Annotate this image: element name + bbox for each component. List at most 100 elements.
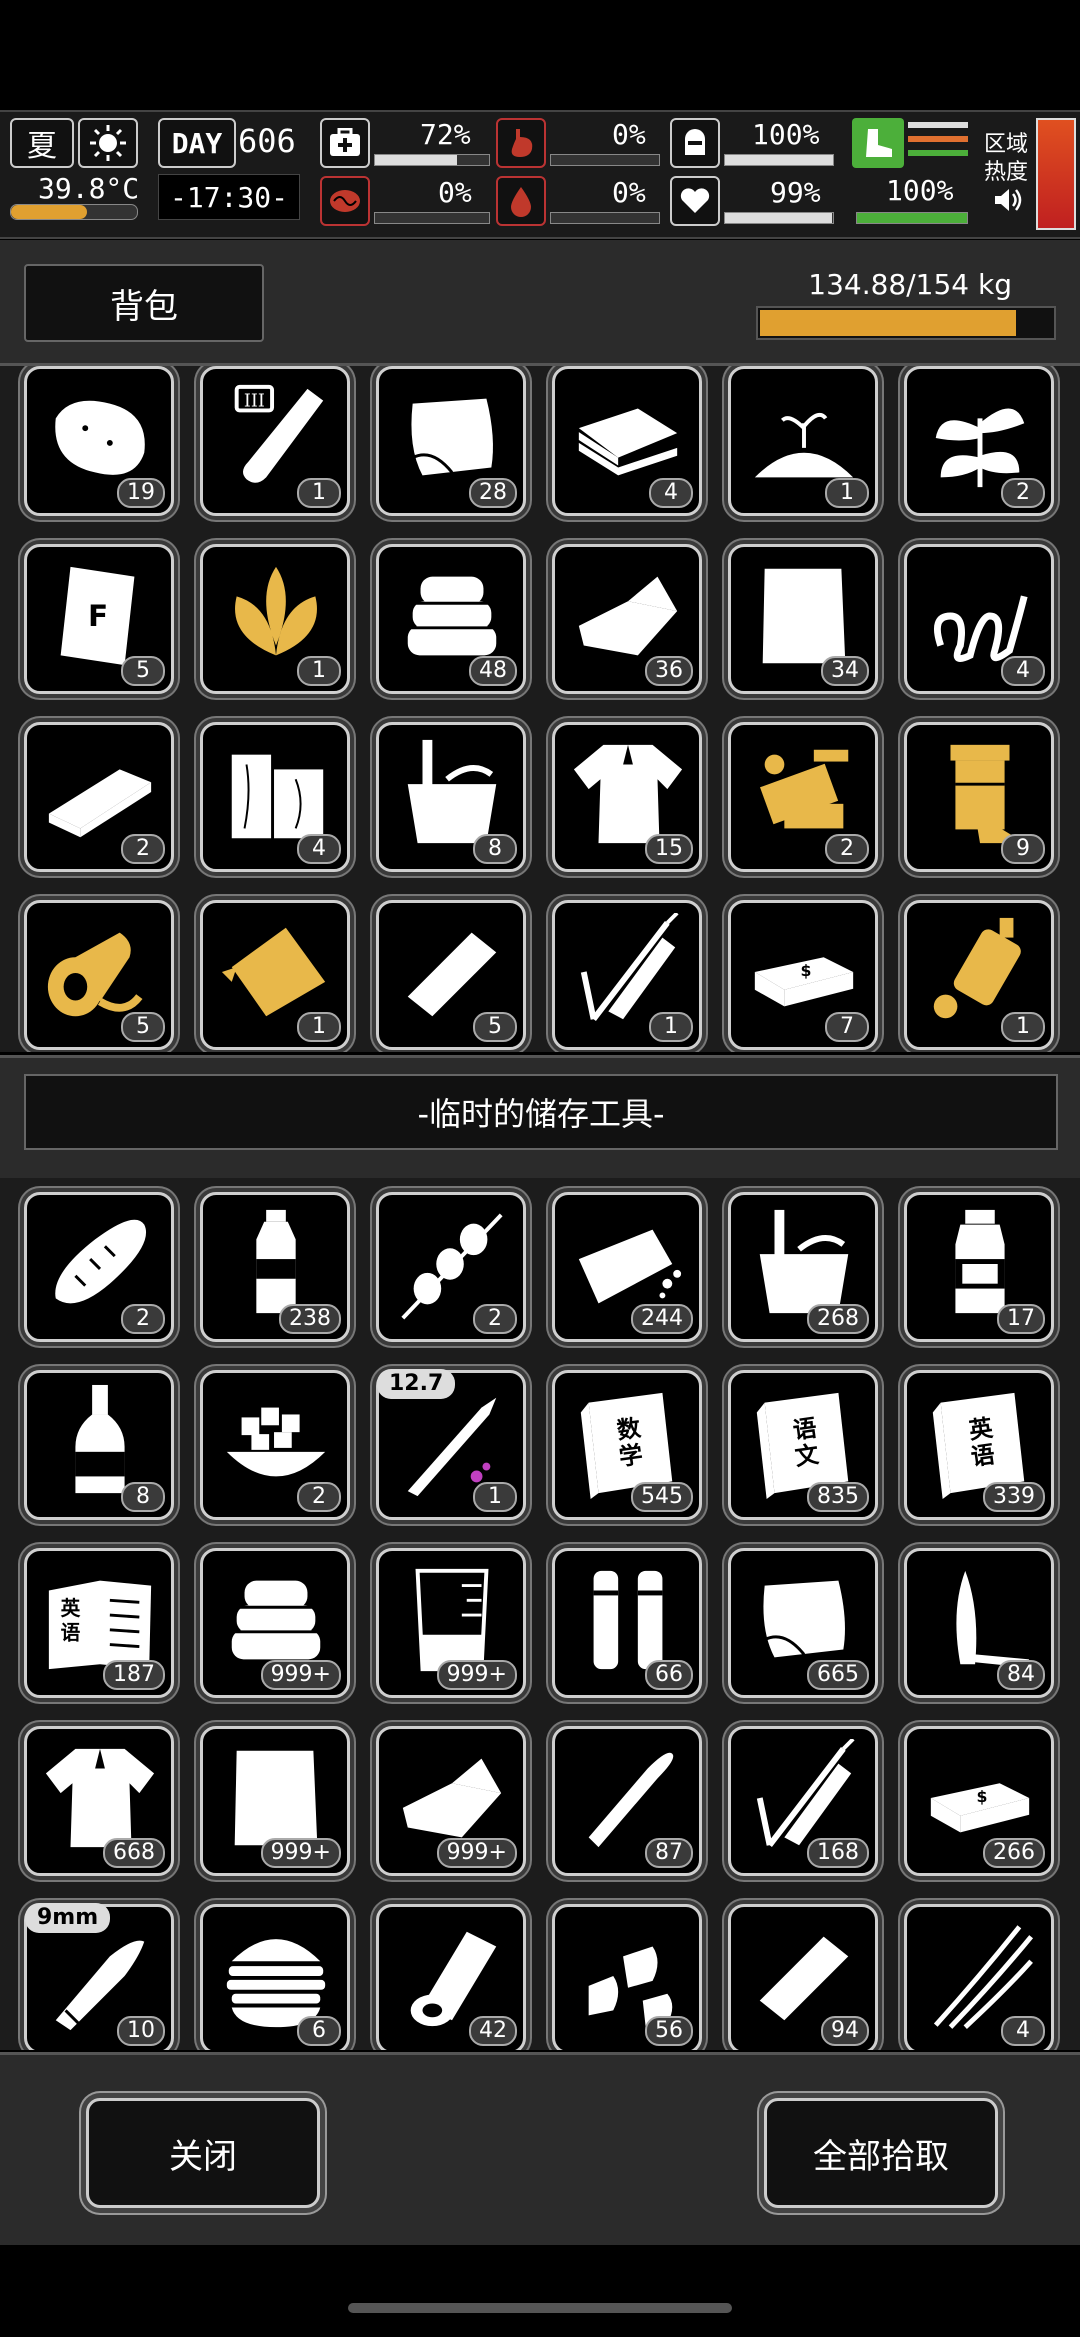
pickup-all-button[interactable]: 全部拾取 xyxy=(764,2098,998,2208)
item-slot[interactable]: 1 xyxy=(904,900,1054,1050)
item-slot[interactable]: 999+ xyxy=(376,1548,526,1698)
item-slot[interactable]: 2 xyxy=(728,722,878,872)
backpack-grid[interactable]: 19 III 1 28 4 1 2 F 5 1 48 36 34 4 2 4 8 15 2 9 5 1 5 1 $7 1 xyxy=(0,366,1080,1052)
item-slot[interactable]: 5 xyxy=(24,900,174,1050)
home-indicator[interactable] xyxy=(348,2303,732,2313)
svg-text:语: 语 xyxy=(969,1440,997,1471)
item-slot[interactable]: 1 xyxy=(200,900,350,1050)
item-count: 2 xyxy=(121,834,165,864)
item-slot[interactable]: 94 xyxy=(728,1904,878,2050)
sun-icon xyxy=(78,118,138,168)
item-slot[interactable]: 8 xyxy=(24,1370,174,1520)
item-slot[interactable]: 999+ xyxy=(200,1726,350,1876)
item-slot[interactable]: 4 xyxy=(200,722,350,872)
thirst-bar xyxy=(550,212,660,224)
item-slot[interactable]: 238 xyxy=(200,1192,350,1342)
item-count: 665 xyxy=(807,1660,869,1690)
svg-text:$: $ xyxy=(976,1787,987,1806)
item-count: 4 xyxy=(297,834,341,864)
item-count: 66 xyxy=(645,1660,693,1690)
item-slot[interactable]: 8 xyxy=(376,722,526,872)
item-count: 545 xyxy=(631,1482,693,1512)
helmet-icon xyxy=(670,118,720,168)
item-count: 10 xyxy=(117,2016,165,2046)
item-slot[interactable]: 2 xyxy=(24,722,174,872)
backpack-tab-label: 背包 xyxy=(110,286,178,327)
item-slot[interactable]: 87 xyxy=(552,1726,702,1876)
item-slot[interactable]: 4 xyxy=(904,544,1054,694)
item-slot[interactable]: 84 xyxy=(904,1548,1054,1698)
item-count: 244 xyxy=(631,1304,693,1334)
item-slot[interactable]: 4 xyxy=(552,366,702,516)
item-slot[interactable]: 668 xyxy=(24,1726,174,1876)
item-slot[interactable]: 168 xyxy=(728,1726,878,1876)
item-slot[interactable]: 42 xyxy=(376,1904,526,2050)
item-count: 56 xyxy=(645,2016,693,2046)
item-slot[interactable]: 19 xyxy=(24,366,174,516)
item-count: 42 xyxy=(469,2016,517,2046)
item-slot[interactable]: 数学 545 xyxy=(552,1370,702,1520)
energy-bar xyxy=(856,212,968,224)
item-slot[interactable]: 2 xyxy=(200,1370,350,1520)
mood-value: 99% xyxy=(770,176,821,209)
item-slot[interactable]: 9 xyxy=(904,722,1054,872)
storage-grid[interactable]: 2 238 2 244 268 17 8 2 1 12.7 数学 545 语文 835 英语 339 英语 187… xyxy=(0,1178,1080,2050)
item-slot[interactable]: 665 xyxy=(728,1548,878,1698)
item-count: 94 xyxy=(821,2016,869,2046)
brain-icon xyxy=(320,176,370,226)
item-slot[interactable]: III 1 xyxy=(200,366,350,516)
item-slot[interactable]: F5 xyxy=(24,544,174,694)
svg-text:F: F xyxy=(88,599,108,633)
item-slot[interactable]: 1 xyxy=(552,900,702,1050)
close-button[interactable]: 关闭 xyxy=(86,2098,320,2208)
item-slot[interactable]: 2 xyxy=(24,1192,174,1342)
item-slot[interactable]: 6 xyxy=(200,1904,350,2050)
item-slot[interactable]: 17 xyxy=(904,1192,1054,1342)
item-count: 5 xyxy=(473,1012,517,1042)
stomach-icon xyxy=(496,118,546,168)
item-slot[interactable]: 1 xyxy=(728,366,878,516)
item-count: 2 xyxy=(825,834,869,864)
item-count: 7 xyxy=(825,1012,869,1042)
item-count: 6 xyxy=(297,2016,341,2046)
item-slot[interactable]: 10 9mm xyxy=(24,1903,174,2050)
status-bar: 夏 39.8°C DAY 606 -17:30- 72% 0% 0% 0% 10… xyxy=(0,110,1080,239)
stamina-bar xyxy=(724,154,834,166)
item-count: 48 xyxy=(469,656,517,686)
item-slot[interactable]: 15 xyxy=(552,722,702,872)
item-slot[interactable]: 英语 339 xyxy=(904,1370,1054,1520)
item-count: 5 xyxy=(121,656,165,686)
item-slot[interactable]: 1 xyxy=(200,544,350,694)
item-count: 339 xyxy=(983,1482,1045,1512)
energy-value: 100% xyxy=(886,174,954,207)
health-value: 72% xyxy=(420,118,471,151)
item-slot[interactable]: 语文 835 xyxy=(728,1370,878,1520)
item-slot[interactable]: 英语 187 xyxy=(24,1548,174,1698)
item-slot[interactable]: 36 xyxy=(552,544,702,694)
item-slot[interactable]: 999+ xyxy=(376,1726,526,1876)
item-count: 15 xyxy=(645,834,693,864)
item-slot[interactable]: 56 xyxy=(552,1904,702,2050)
item-slot[interactable]: 244 xyxy=(552,1192,702,1342)
pickup-all-button-label: 全部拾取 xyxy=(813,2136,949,2177)
item-slot[interactable]: 5 xyxy=(376,900,526,1050)
svg-text:英: 英 xyxy=(60,1597,81,1620)
item-count: 999+ xyxy=(436,1660,517,1690)
item-slot[interactable]: 28 xyxy=(376,366,526,516)
item-slot[interactable]: 34 xyxy=(728,544,878,694)
item-count: 1 xyxy=(473,1482,517,1512)
item-slot[interactable]: 999+ xyxy=(200,1548,350,1698)
backpack-tab[interactable]: 背包 xyxy=(24,264,264,342)
item-slot[interactable]: 1 12.7 xyxy=(376,1369,526,1520)
svg-text:语: 语 xyxy=(61,1622,81,1645)
item-slot[interactable]: 48 xyxy=(376,544,526,694)
item-slot[interactable]: $7 xyxy=(728,900,878,1050)
item-slot[interactable]: 4 xyxy=(904,1904,1054,2050)
item-slot[interactable]: 2 xyxy=(376,1192,526,1342)
speaker-icon[interactable] xyxy=(990,182,1026,218)
item-count: 238 xyxy=(279,1304,341,1334)
item-slot[interactable]: 268 xyxy=(728,1192,878,1342)
item-slot[interactable]: 66 xyxy=(552,1548,702,1698)
item-slot[interactable]: 2 xyxy=(904,366,1054,516)
item-slot[interactable]: $266 xyxy=(904,1726,1054,1876)
